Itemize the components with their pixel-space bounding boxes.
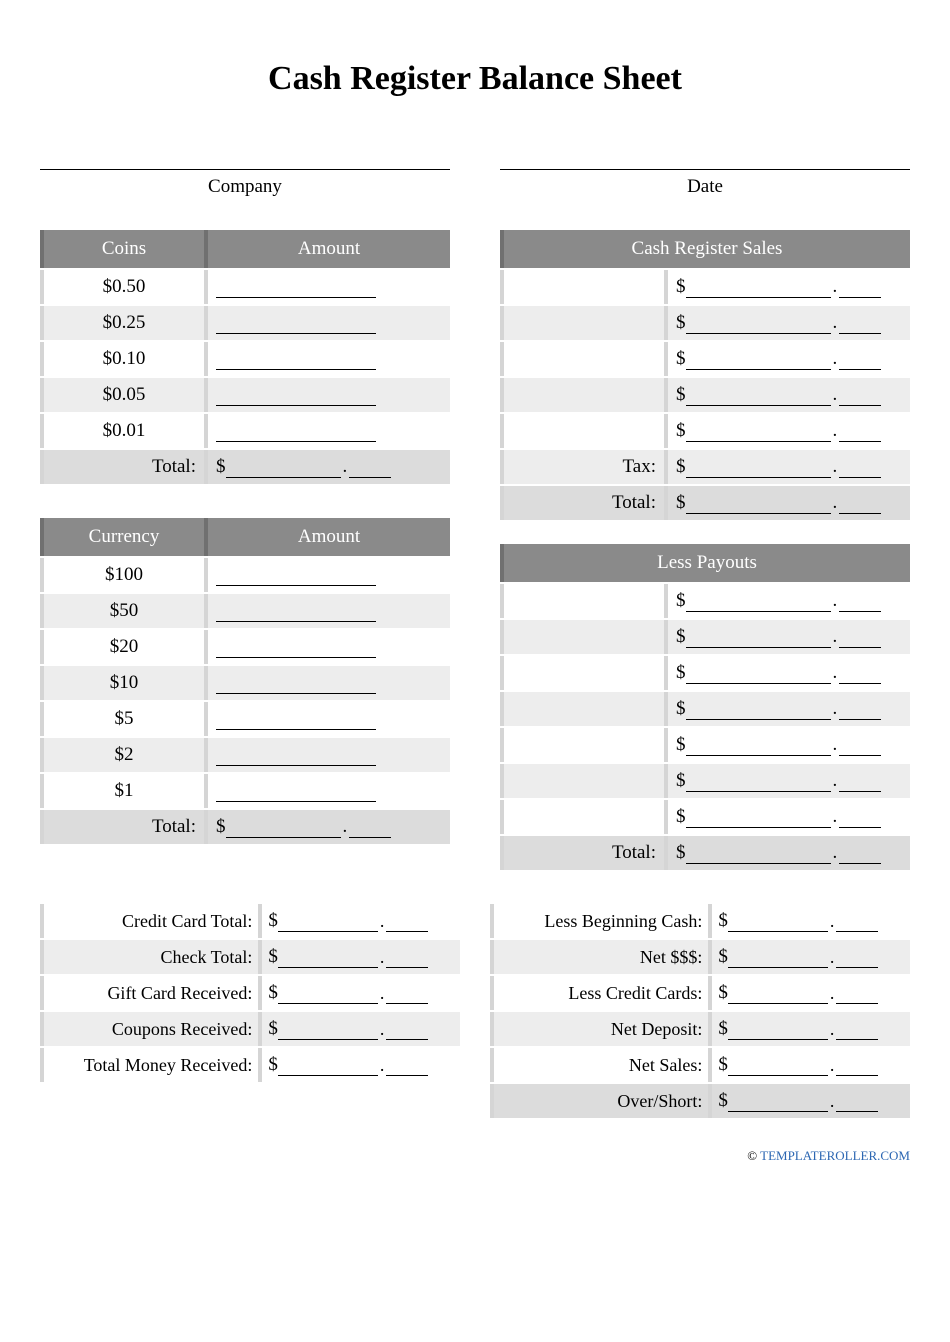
- company-input-line[interactable]: [40, 148, 450, 170]
- net-cash-label: Net $$$:: [490, 940, 708, 974]
- currency-amount-line[interactable]: [216, 676, 376, 694]
- gift-card-label: Gift Card Received:: [40, 976, 258, 1010]
- currency-denom: $100: [40, 558, 204, 592]
- sales-total-label: Total:: [500, 486, 664, 520]
- payout-line[interactable]: $.: [676, 626, 881, 648]
- copyright-symbol: ©: [747, 1148, 757, 1163]
- over-short-label: Over/Short:: [490, 1084, 708, 1118]
- currency-header-right: Amount: [204, 518, 450, 556]
- check-total-value[interactable]: $.: [268, 946, 428, 968]
- credit-card-total-value[interactable]: $.: [268, 910, 428, 932]
- net-cash-value[interactable]: $.: [718, 946, 878, 968]
- payouts-table: Less Payouts $. $. $. $. $. $. $. Total:…: [500, 542, 910, 872]
- net-deposit-value[interactable]: $.: [718, 1018, 878, 1040]
- net-sales-value[interactable]: $.: [718, 1054, 878, 1076]
- coin-denom: $0.05: [40, 378, 204, 412]
- date-input-line[interactable]: [500, 148, 910, 170]
- coins-header-right: Amount: [204, 230, 450, 268]
- sales-line[interactable]: $.: [676, 420, 881, 442]
- coupons-value[interactable]: $.: [268, 1018, 428, 1040]
- currency-amount-line[interactable]: [216, 748, 376, 766]
- over-short-value[interactable]: $.: [718, 1090, 878, 1112]
- tax-value[interactable]: $.: [676, 456, 881, 478]
- credit-card-total-label: Credit Card Total:: [40, 904, 258, 938]
- sales-line[interactable]: $.: [676, 276, 881, 298]
- footer-link[interactable]: TEMPLATEROLLER.COM: [760, 1148, 910, 1163]
- header-fields: Company Date: [40, 148, 910, 198]
- currency-amount-line[interactable]: [216, 604, 376, 622]
- sales-line[interactable]: $.: [676, 348, 881, 370]
- currency-amount-line[interactable]: [216, 784, 376, 802]
- payout-line[interactable]: $.: [676, 590, 881, 612]
- currency-total-label: Total:: [40, 810, 204, 844]
- sales-header: Cash Register Sales: [500, 230, 910, 268]
- payouts-total-value[interactable]: $.: [676, 842, 881, 864]
- company-label: Company: [40, 176, 450, 198]
- payout-line[interactable]: $.: [676, 698, 881, 720]
- sales-total-value[interactable]: $.: [676, 492, 881, 514]
- coins-table: Coins Amount $0.50 $0.25 $0.10 $0.05 $0.…: [40, 228, 450, 486]
- less-beginning-cash-label: Less Beginning Cash:: [490, 904, 708, 938]
- payouts-header: Less Payouts: [500, 544, 910, 582]
- coupons-label: Coupons Received:: [40, 1012, 258, 1046]
- total-money-label: Total Money Received:: [40, 1048, 258, 1082]
- tax-label: Tax:: [500, 450, 664, 484]
- date-label: Date: [500, 176, 910, 198]
- currency-denom: $5: [40, 702, 204, 736]
- footer: © TEMPLATEROLLER.COM: [40, 1148, 910, 1164]
- currency-amount-line[interactable]: [216, 640, 376, 658]
- coin-amount-line[interactable]: [216, 316, 376, 334]
- currency-denom: $20: [40, 630, 204, 664]
- total-money-value[interactable]: $.: [268, 1054, 428, 1076]
- currency-denom: $1: [40, 774, 204, 808]
- net-deposit-label: Net Deposit:: [490, 1012, 708, 1046]
- currency-denom: $50: [40, 594, 204, 628]
- payout-line[interactable]: $.: [676, 770, 881, 792]
- coins-header-left: Coins: [40, 230, 204, 268]
- currency-amount-line[interactable]: [216, 568, 376, 586]
- net-sales-label: Net Sales:: [490, 1048, 708, 1082]
- coin-denom: $0.10: [40, 342, 204, 376]
- sales-line[interactable]: $.: [676, 312, 881, 334]
- coin-denom: $0.50: [40, 270, 204, 304]
- sales-table: Cash Register Sales $. $. $. $. $. Tax: $…: [500, 228, 910, 522]
- right-summary-table: Less Beginning Cash: $. Net $$$: $. Less C…: [490, 902, 910, 1120]
- payout-line[interactable]: $.: [676, 662, 881, 684]
- payouts-total-label: Total:: [500, 836, 664, 870]
- less-credit-cards-value[interactable]: $.: [718, 982, 878, 1004]
- currency-total-value[interactable]: $.: [216, 816, 391, 838]
- coin-amount-line[interactable]: [216, 352, 376, 370]
- coin-amount-line[interactable]: [216, 388, 376, 406]
- currency-amount-line[interactable]: [216, 712, 376, 730]
- coin-denom: $0.25: [40, 306, 204, 340]
- coin-denom: $0.01: [40, 414, 204, 448]
- coin-amount-line[interactable]: [216, 280, 376, 298]
- coins-total-value[interactable]: $.: [216, 456, 391, 478]
- currency-denom: $10: [40, 666, 204, 700]
- left-summary-table: Credit Card Total: $. Check Total: $. Gift…: [40, 902, 460, 1084]
- payout-line[interactable]: $.: [676, 734, 881, 756]
- coin-amount-line[interactable]: [216, 424, 376, 442]
- gift-card-value[interactable]: $.: [268, 982, 428, 1004]
- payout-line[interactable]: $.: [676, 806, 881, 828]
- check-total-label: Check Total:: [40, 940, 258, 974]
- less-beginning-cash-value[interactable]: $.: [718, 910, 878, 932]
- page-title: Cash Register Balance Sheet: [40, 60, 910, 98]
- currency-header-left: Currency: [40, 518, 204, 556]
- coins-total-label: Total:: [40, 450, 204, 484]
- less-credit-cards-label: Less Credit Cards:: [490, 976, 708, 1010]
- currency-table: Currency Amount $100 $50 $20 $10 $5 $2 $…: [40, 516, 450, 846]
- currency-denom: $2: [40, 738, 204, 772]
- sales-line[interactable]: $.: [676, 384, 881, 406]
